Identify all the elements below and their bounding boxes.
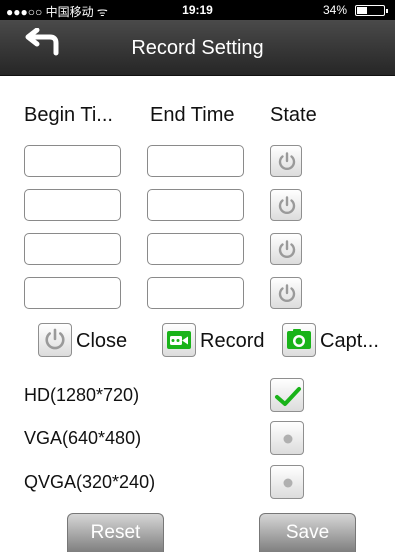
resolution-option-qvga[interactable] bbox=[270, 465, 304, 499]
save-button[interactable]: Save bbox=[259, 513, 356, 552]
battery-percentage: 34% bbox=[322, 3, 347, 17]
checkmark-icon bbox=[275, 387, 301, 406]
power-icon bbox=[45, 328, 65, 350]
end-time-input-2[interactable] bbox=[147, 189, 244, 221]
column-header-state: State bbox=[270, 104, 317, 126]
begin-time-input-2[interactable] bbox=[24, 189, 121, 221]
begin-time-input-4[interactable] bbox=[24, 277, 121, 309]
legend-label: Close bbox=[76, 330, 128, 352]
unselected-dot-icon bbox=[283, 434, 293, 444]
legend-label: Capt... bbox=[320, 330, 379, 352]
begin-time-input-1[interactable] bbox=[24, 145, 121, 177]
column-header-begin-time: Begin Ti... bbox=[24, 104, 113, 126]
end-time-input-4[interactable] bbox=[147, 277, 244, 309]
navigation-bar: Record Setting bbox=[0, 20, 395, 76]
end-time-input-1[interactable] bbox=[147, 145, 244, 177]
resolution-label-hd: HD(1280*720) bbox=[24, 385, 140, 405]
resolution-label-qvga: QVGA(320*240) bbox=[24, 472, 156, 492]
legend-label: Record bbox=[200, 330, 265, 352]
power-icon bbox=[278, 196, 296, 215]
video-camera-icon bbox=[167, 331, 191, 349]
power-icon bbox=[278, 284, 296, 303]
photo-camera-icon bbox=[287, 329, 311, 349]
resolution-option-vga[interactable] bbox=[270, 421, 304, 455]
resolution-label-vga: VGA(640*480) bbox=[24, 428, 142, 448]
state-toggle-1[interactable] bbox=[270, 145, 302, 177]
page-title: Record Setting bbox=[131, 37, 264, 59]
state-toggle-2[interactable] bbox=[270, 189, 302, 221]
end-time-input-3[interactable] bbox=[147, 233, 244, 265]
begin-time-input-3[interactable] bbox=[24, 233, 121, 265]
state-toggle-4[interactable] bbox=[270, 277, 302, 309]
power-icon bbox=[278, 152, 296, 171]
power-icon bbox=[278, 240, 296, 259]
state-toggle-3[interactable] bbox=[270, 233, 302, 265]
battery-icon bbox=[355, 5, 388, 16]
resolution-option-hd[interactable] bbox=[270, 378, 304, 412]
reset-button[interactable]: Reset bbox=[67, 513, 164, 552]
column-header-end-time: End Time bbox=[150, 104, 235, 126]
unselected-dot-icon bbox=[283, 478, 293, 488]
status-bar: ●●●○○ 中国移动 ᯤ 19:19 34% bbox=[0, 0, 395, 20]
